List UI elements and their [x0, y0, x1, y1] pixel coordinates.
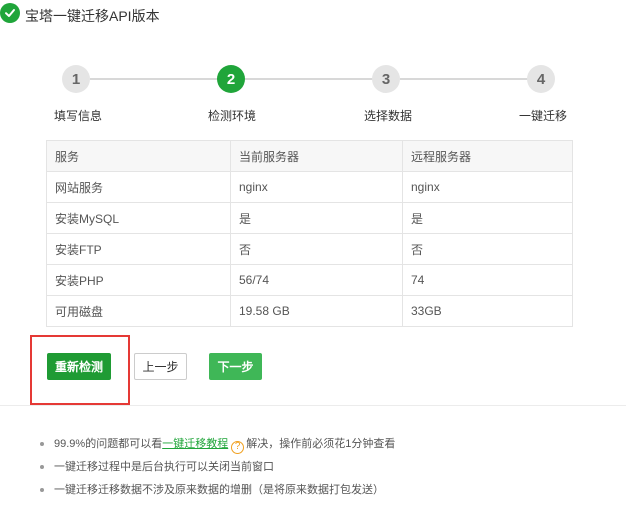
dialog-title-bar: 宝塔一键迁移API版本 [0, 0, 626, 30]
bullet-icon [40, 465, 44, 469]
step-2-label: 检测环境 [208, 109, 257, 123]
tip-text: 一键迁移过程中是后台执行可以关闭当前窗口 [54, 461, 274, 473]
column-header-service: 服务 [46, 140, 231, 172]
tip-text: 一键迁移迁移数据不涉及原来数据的增删（是将原来数据打包发送） [54, 484, 384, 496]
list-item: 一键迁移过程中是后台执行可以关闭当前窗口 [40, 459, 395, 482]
help-icon[interactable]: ? [231, 440, 245, 454]
table-cell: 74 [402, 264, 573, 296]
environment-table: 服务 当前服务器 远程服务器 网站服务 nginx nginx 安装MySQL … [46, 140, 573, 327]
bullet-icon [40, 488, 44, 492]
table-row: 安装MySQL 是 是 [46, 202, 573, 234]
step-3-label: 选择数据 [364, 109, 413, 123]
list-item: 一键迁移迁移数据不涉及原来数据的增删（是将原来数据打包发送） [40, 482, 395, 505]
step-connector [400, 78, 530, 80]
tips-list: 99.9%的问题都可以看一键迁移教程? 解决，操作前必须花1分钟查看 一键迁移过程… [40, 436, 395, 505]
table-row: 网站服务 nginx nginx [46, 171, 573, 203]
table-cell: 可用磁盘 [46, 295, 231, 327]
table-cell: 安装PHP [46, 264, 231, 296]
table-cell: nginx [230, 171, 403, 203]
column-header-remote-server: 远程服务器 [402, 140, 573, 172]
table-cell: 33GB [402, 295, 573, 327]
table-cell: 56/74 [230, 264, 403, 296]
step-4-circle: 4 [527, 65, 555, 93]
table-cell: 安装FTP [46, 233, 231, 265]
table-cell: 是 [230, 202, 403, 234]
migration-tutorial-link[interactable]: 一键迁移教程 [162, 438, 228, 450]
step-1-label: 填写信息 [54, 109, 103, 123]
tip-text: 99.9%的问题都可以看 [54, 438, 163, 450]
column-header-current-server: 当前服务器 [230, 140, 403, 172]
previous-step-button[interactable]: 上一步 [134, 353, 187, 380]
table-cell: 否 [230, 233, 403, 265]
table-cell: 是 [402, 202, 573, 234]
recheck-button[interactable]: 重新检测 [47, 353, 111, 380]
table-cell: 19.58 GB [230, 295, 403, 327]
section-divider [0, 405, 626, 406]
dialog-title: 宝塔一键迁移API版本 [25, 8, 160, 24]
check-circle-icon [0, 3, 20, 23]
step-4-label: 一键迁移 [519, 109, 568, 123]
table-row: 可用磁盘 19.58 GB 33GB [46, 295, 573, 327]
table-cell: 否 [402, 233, 573, 265]
step-3-circle: 3 [372, 65, 400, 93]
tip-text: 解决，操作前必须花1分钟查看 [246, 438, 396, 450]
bullet-icon [40, 442, 44, 446]
list-item: 99.9%的问题都可以看一键迁移教程? 解决，操作前必须花1分钟查看 [40, 436, 395, 459]
table-header-row: 服务 当前服务器 远程服务器 [46, 140, 573, 172]
table-row: 安装FTP 否 否 [46, 233, 573, 265]
table-row: 安装PHP 56/74 74 [46, 264, 573, 296]
table-cell: 安装MySQL [46, 202, 231, 234]
step-connector [245, 78, 375, 80]
step-1-circle: 1 [62, 65, 90, 93]
next-step-button[interactable]: 下一步 [209, 353, 262, 380]
table-cell: nginx [402, 171, 573, 203]
step-2-circle: 2 [217, 65, 245, 93]
table-cell: 网站服务 [46, 171, 231, 203]
step-connector [90, 78, 220, 80]
